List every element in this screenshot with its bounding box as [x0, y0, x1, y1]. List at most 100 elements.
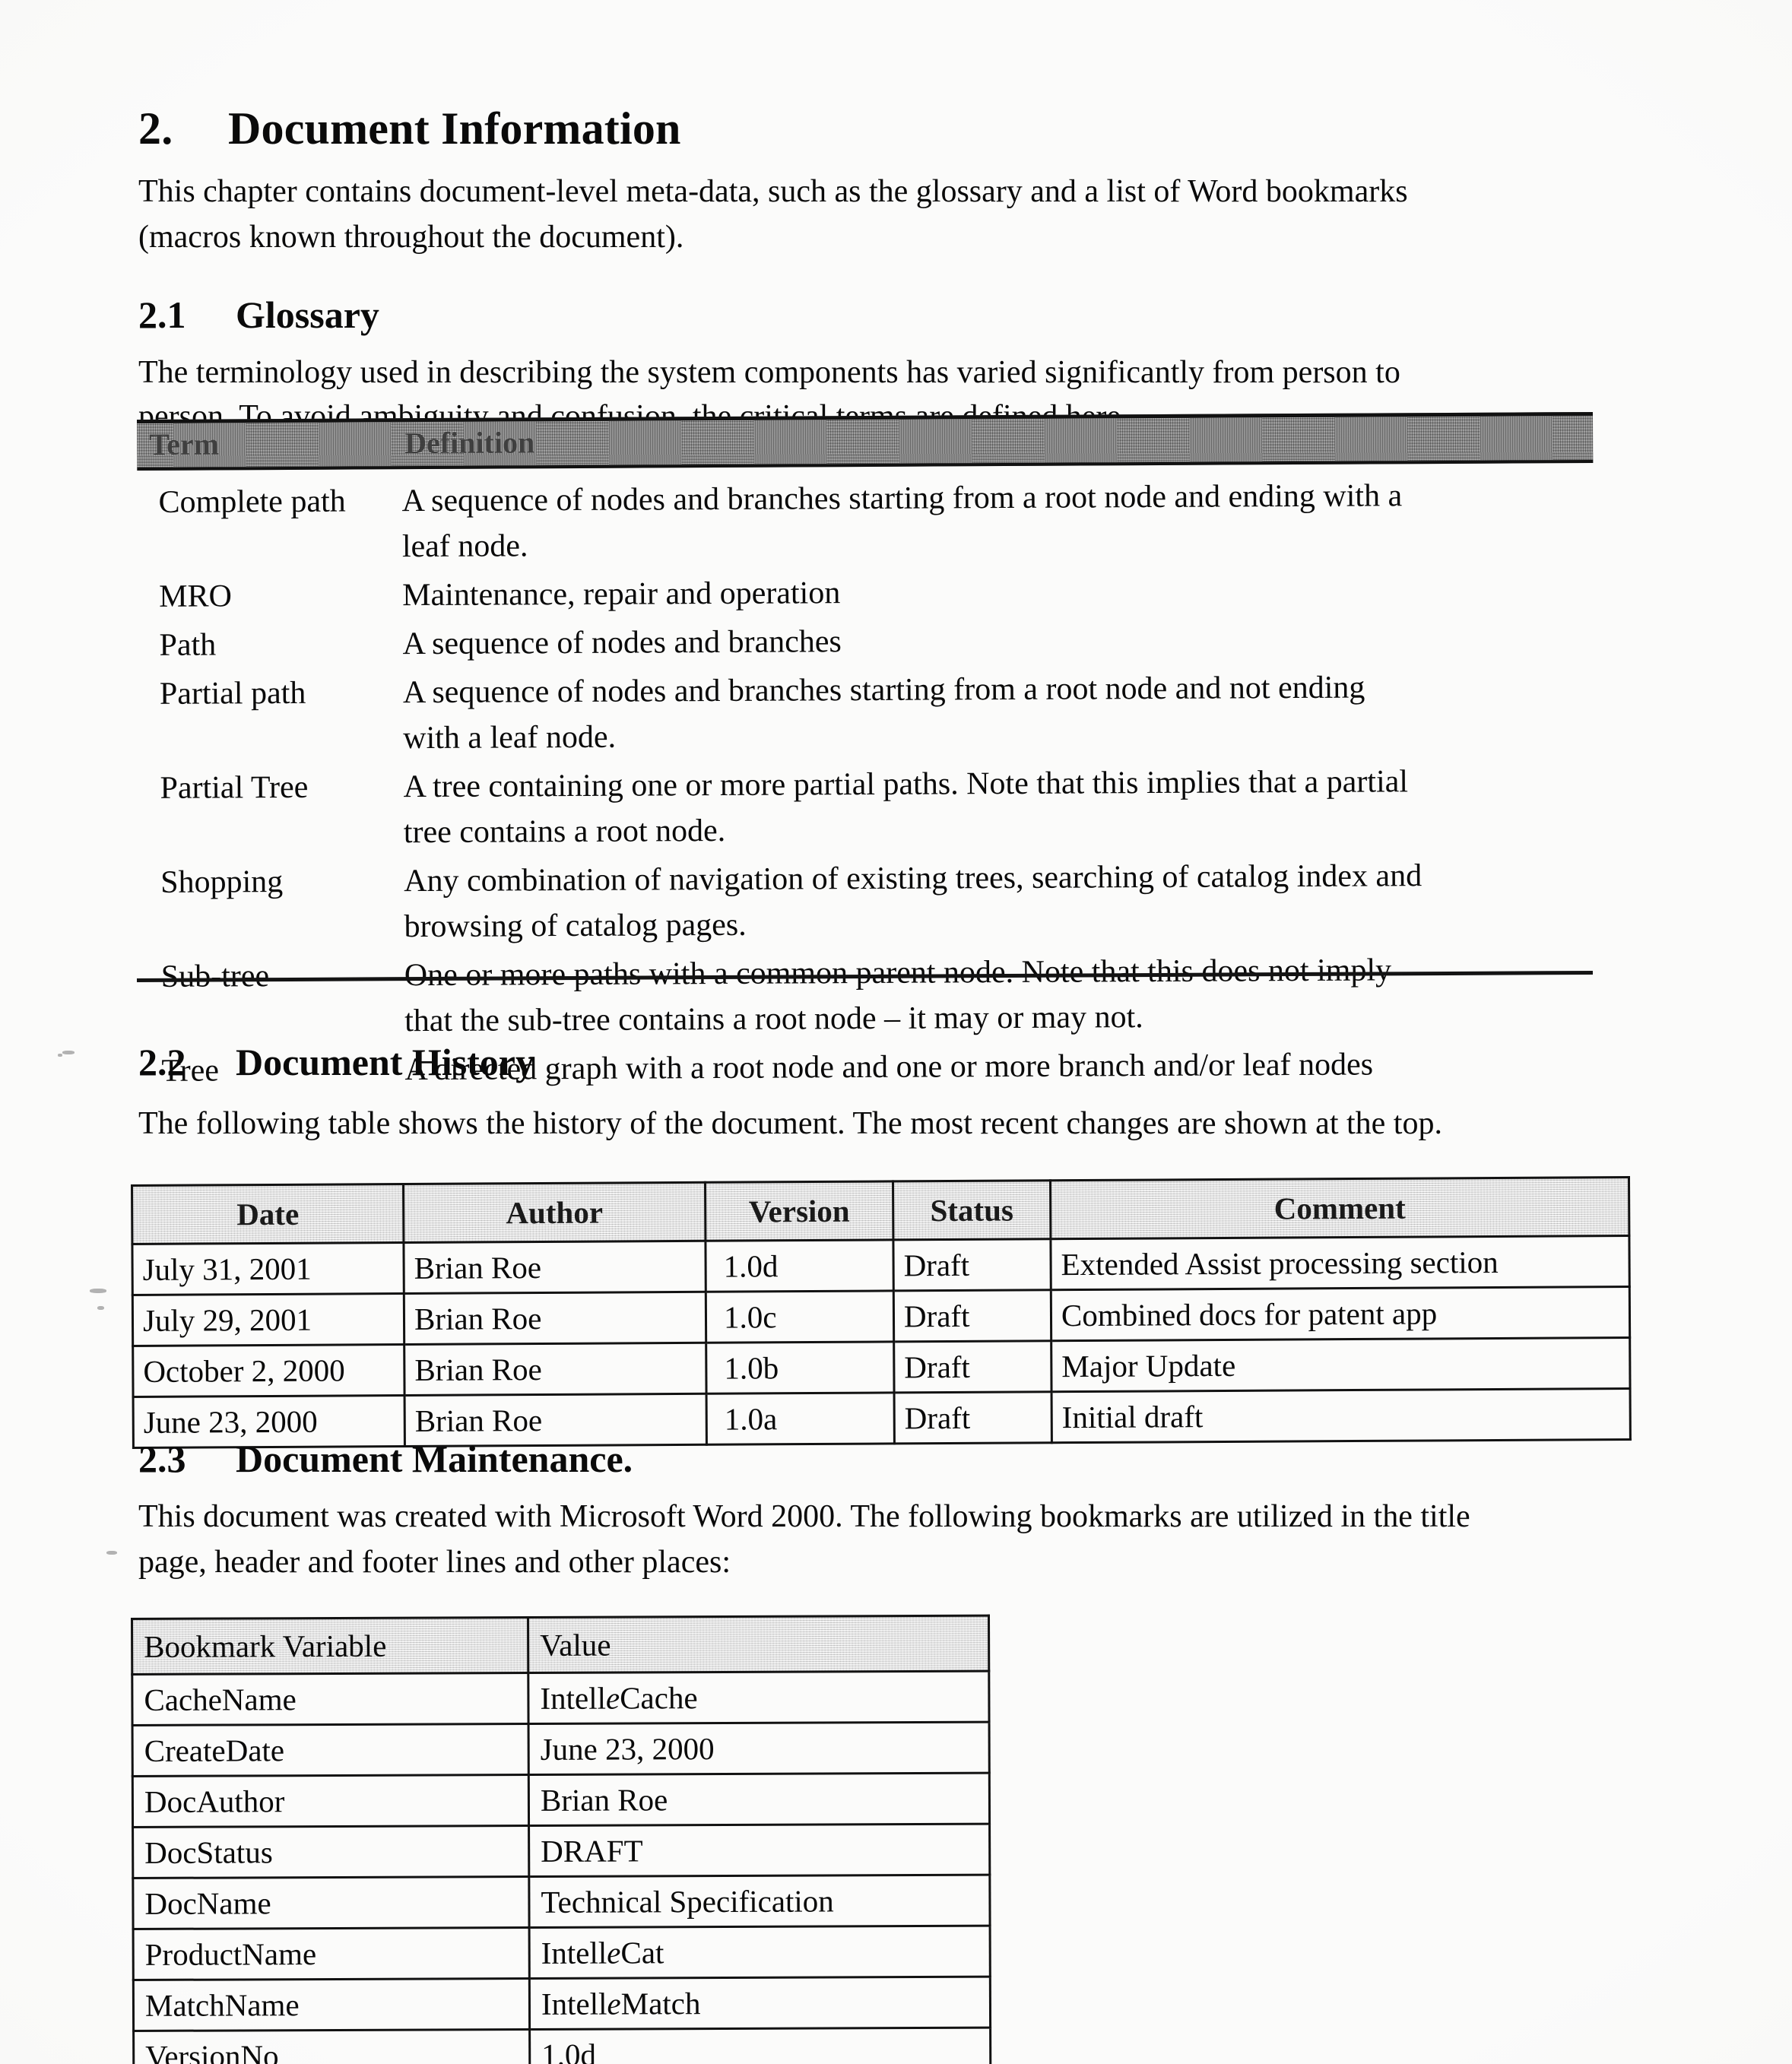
- value-prefix: June 23, 2000: [540, 1731, 715, 1767]
- glossary-definition-line: with a leaf node.: [403, 719, 617, 756]
- bookmark-cell-value: 1.0d: [529, 2028, 991, 2064]
- table-row: ProductName IntelleCat: [133, 1926, 991, 1980]
- glossary-row: Partial path A sequence of nodes and bra…: [138, 664, 1595, 763]
- section-intro-line-2: (macros known throughout the document).: [138, 220, 684, 255]
- glossary-term: Partial Tree: [160, 769, 309, 806]
- section-intro-line-1: This chapter contains document-level met…: [138, 174, 1408, 209]
- glossary-definition: A directed graph with a root node and on…: [404, 1041, 1596, 1092]
- table-row: CacheName IntelleCache: [132, 1671, 990, 1726]
- bookmark-cell-variable: ProductName: [133, 1927, 530, 1980]
- bookmark-header-row: Bookmark Variable Value: [132, 1615, 989, 1675]
- history-column-header-version: Version: [705, 1181, 893, 1241]
- value-prefix: 1.0d: [541, 2037, 597, 2064]
- bookmark-cell-variable: DocName: [132, 1876, 530, 1929]
- section-title: Document Information: [228, 103, 681, 154]
- glossary-column-header-definition: Definition: [404, 425, 535, 461]
- glossary-table-header-row: Term Definition: [137, 411, 1594, 471]
- table-row: July 29, 2001 Brian Roe 1.0c Draft Combi…: [132, 1286, 1630, 1346]
- table-row: July 31, 2001 Brian Roe 1.0d Draft Exten…: [132, 1235, 1630, 1295]
- bookmark-cell-value: Technical Specification: [528, 1875, 991, 1928]
- value-suffix: Match: [620, 1986, 701, 2021]
- table-row: DocAuthor Brian Roe: [132, 1773, 990, 1828]
- value-prefix: Intell: [541, 1986, 607, 2021]
- history-cell-date: October 2, 2000: [132, 1344, 405, 1397]
- glossary-column-header-term: Term: [149, 426, 220, 461]
- table-row: CreateDate June 23, 2000: [132, 1722, 990, 1777]
- table-row: MatchName IntelleMatch: [133, 1977, 991, 2031]
- history-intro-line-1: The following table shows the history of…: [138, 1106, 1442, 1141]
- document-history-table: Date Author Version Status Comment July …: [131, 1176, 1632, 1449]
- bookmark-cell-variable: CacheName: [132, 1672, 529, 1726]
- glossary-row: Sub-tree One or more paths with a common…: [140, 946, 1597, 1045]
- history-header-row: Date Author Version Status Comment: [132, 1177, 1629, 1244]
- maintenance-heading: 2.3 Document Maintenance.: [138, 1437, 633, 1481]
- value-prefix: Intell: [541, 1935, 607, 1970]
- bookmark-cell-value: Brian Roe: [528, 1773, 990, 1826]
- glossary-term: MRO: [159, 579, 233, 614]
- maintenance-title: Document Maintenance.: [236, 1438, 633, 1480]
- history-cell-author: Brian Roe: [404, 1343, 707, 1396]
- glossary-row: Partial Tree A tree containing one or mo…: [138, 758, 1595, 857]
- glossary-row: MRO Maintenance, repair and operation: [138, 566, 1594, 620]
- glossary-definition-line: A tree containing one or more partial pa…: [403, 764, 1409, 805]
- glossary-definition-line: A sequence of nodes and branches startin…: [402, 670, 1365, 711]
- scan-speckle: [90, 1289, 106, 1293]
- table-row: DocName Technical Specification: [132, 1875, 991, 1929]
- glossary-definition: A sequence of nodes and branches startin…: [401, 472, 1594, 569]
- history-cell-status: Draft: [893, 1289, 1051, 1342]
- glossary-intro-line-1: The terminology used in describing the s…: [138, 355, 1400, 390]
- bookmark-cell-variable: VersionNo: [133, 2029, 530, 2064]
- glossary-definition-line: that the sub-tree contains a root node –…: [404, 1000, 1143, 1039]
- glossary-term: Sub-tree: [160, 959, 270, 994]
- bookmark-cell-variable: CreateDate: [132, 1723, 529, 1777]
- history-heading: 2.2 Document History: [138, 1040, 534, 1084]
- glossary-definition: A sequence of nodes and branches: [402, 615, 1594, 667]
- bookmark-cell-value: IntelleMatch: [529, 1977, 991, 2030]
- glossary-definition: Any combination of navigation of existin…: [404, 852, 1596, 950]
- glossary-heading: 2.1 Glossary: [138, 293, 379, 337]
- bookmark-cell-variable: MatchName: [133, 1978, 530, 2031]
- value-prefix: Technical Specification: [541, 1883, 834, 1920]
- glossary-definition: Maintenance, repair and operation: [402, 566, 1594, 618]
- glossary-definition: A sequence of nodes and branches startin…: [403, 664, 1595, 761]
- glossary-definition-line: tree contains a root node.: [403, 813, 726, 851]
- scanned-document-page: 2. Document Information This chapter cont…: [0, 0, 1792, 2064]
- glossary-definition-line: A sequence of nodes and branches: [402, 624, 842, 662]
- table-row: VersionNo 1.0d: [133, 2028, 991, 2064]
- bookmark-cell-variable: DocStatus: [132, 1825, 529, 1879]
- bookmark-variables-table: Bookmark Variable Value CacheName Intell…: [131, 1615, 991, 2064]
- value-italic-letter: e: [605, 1680, 620, 1716]
- history-cell-comment: Combined docs for patent app: [1051, 1286, 1630, 1341]
- history-cell-version: 1.0b: [706, 1341, 895, 1394]
- history-cell-status: Draft: [893, 1238, 1051, 1291]
- maintenance-intro-line-1: This document was created with Microsoft…: [138, 1499, 1470, 1534]
- value-suffix: Cat: [620, 1935, 664, 1970]
- history-title: Document History: [236, 1041, 534, 1083]
- history-cell-author: Brian Roe: [404, 1292, 706, 1345]
- glossary-term: Complete path: [158, 484, 346, 520]
- history-cell-version: 1.0a: [706, 1392, 895, 1445]
- history-cell-comment: Major Update: [1051, 1337, 1631, 1392]
- glossary-definition-line: leaf node.: [401, 528, 528, 565]
- value-suffix: Cache: [620, 1680, 698, 1716]
- scan-speckle: [58, 1054, 62, 1057]
- value-prefix: Brian Roe: [540, 1782, 668, 1818]
- bookmark-cell-value: IntelleCat: [529, 1926, 991, 1979]
- glossary-definition: One or more paths with a common parent n…: [404, 946, 1597, 1044]
- value-italic-letter: e: [607, 1986, 621, 2021]
- history-cell-version: 1.0d: [705, 1239, 894, 1292]
- glossary-title: Glossary: [236, 293, 379, 336]
- history-column-header-comment: Comment: [1050, 1177, 1629, 1239]
- value-prefix: DRAFT: [541, 1833, 643, 1869]
- history-column-header-status: Status: [893, 1180, 1051, 1240]
- glossary-row: Complete path A sequence of nodes and br…: [137, 472, 1594, 571]
- glossary-term: Shopping: [160, 864, 284, 900]
- glossary-definition-line: Maintenance, repair and operation: [402, 575, 841, 613]
- glossary-definition-line: Any combination of navigation of existin…: [404, 858, 1422, 899]
- history-cell-comment: Extended Assist processing section: [1050, 1235, 1630, 1290]
- history-cell-author: Brian Roe: [403, 1241, 706, 1294]
- value-italic-letter: e: [607, 1935, 621, 1970]
- glossary-definition-line: browsing of catalog pages.: [404, 907, 747, 945]
- history-column-header-author: Author: [403, 1182, 706, 1243]
- bookmark-cell-variable: DocAuthor: [132, 1774, 529, 1828]
